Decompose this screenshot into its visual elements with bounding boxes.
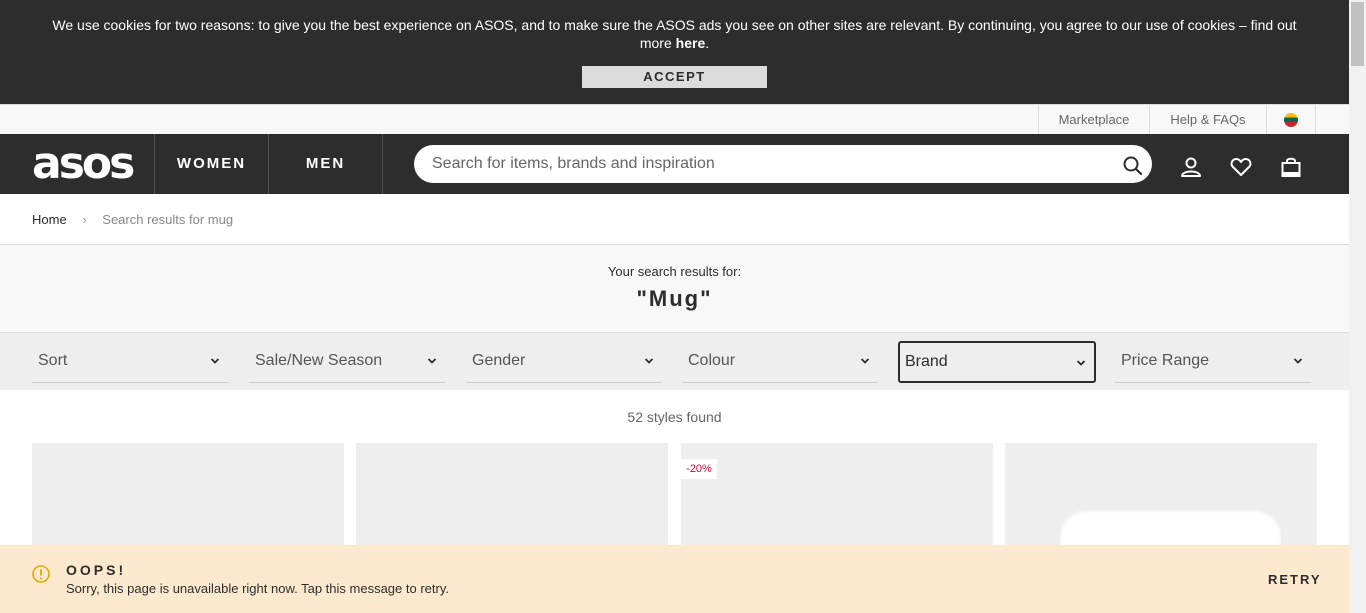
discount-badge: -20%	[681, 459, 717, 479]
asos-logo[interactable]: asos	[32, 142, 135, 186]
retry-button[interactable]: RETRY	[1268, 572, 1322, 587]
chevron-down-icon	[210, 358, 220, 364]
main-navigation: asos WOMEN MEN	[0, 134, 1349, 194]
cookie-period: .	[705, 35, 710, 51]
chevron-down-icon	[644, 358, 654, 364]
page-scrollbar[interactable]	[1349, 0, 1366, 613]
utility-bar: Marketplace Help & FAQs	[0, 104, 1349, 135]
heart-icon[interactable]	[1229, 155, 1253, 179]
filter-label: Sale/New Season	[255, 352, 383, 369]
accept-cookies-button[interactable]: ACCEPT	[582, 66, 767, 88]
filter-label: Colour	[688, 352, 736, 369]
filter-colour[interactable]: Colour	[682, 341, 878, 383]
filter-label: Sort	[38, 352, 68, 369]
cookie-here-link[interactable]: here	[676, 35, 706, 51]
bag-icon[interactable]	[1279, 155, 1303, 179]
filter-price-range[interactable]: Price Range	[1115, 341, 1311, 383]
marketplace-link[interactable]: Marketplace	[1038, 105, 1149, 135]
error-message: Sorry, this page is unavailable right no…	[66, 581, 449, 596]
filter-label: Gender	[472, 352, 526, 369]
search-bar	[414, 145, 1152, 183]
scrollbar-thumb[interactable]	[1351, 2, 1364, 66]
filter-label: Brand	[905, 353, 948, 370]
warning-icon	[32, 565, 50, 583]
chevron-down-icon	[860, 358, 870, 364]
tab-men[interactable]: MEN	[268, 134, 383, 194]
filter-brand[interactable]: Brand	[898, 341, 1096, 383]
lithuania-flag-icon	[1284, 113, 1298, 127]
breadcrumb-separator: ›	[82, 212, 87, 227]
cookie-banner: We use cookies for two reasons: to give …	[0, 0, 1349, 104]
filter-gender[interactable]: Gender	[466, 341, 662, 383]
breadcrumb: Home › Search results for mug	[32, 212, 233, 228]
error-title: OOPS!	[66, 562, 127, 578]
search-results-header: Your search results for: "Mug"	[0, 245, 1349, 333]
country-selector[interactable]	[1266, 105, 1316, 135]
cookie-message: We use cookies for two reasons: to give …	[40, 16, 1309, 52]
error-banner[interactable]: OOPS! Sorry, this page is unavailable ri…	[0, 545, 1349, 613]
search-input[interactable]	[430, 145, 1110, 183]
filter-sale-new-season[interactable]: Sale/New Season	[249, 341, 445, 383]
search-results-label: Your search results for:	[607, 264, 742, 279]
chevron-down-icon	[1076, 360, 1086, 366]
help-faqs-link[interactable]: Help & FAQs	[1149, 105, 1266, 135]
cookie-text: We use cookies for two reasons: to give …	[52, 17, 1297, 51]
chevron-down-icon	[427, 358, 437, 364]
tab-women[interactable]: WOMEN	[154, 134, 268, 194]
search-icon[interactable]	[1122, 155, 1144, 177]
search-query-title: "Mug"	[636, 286, 713, 311]
breadcrumb-home[interactable]: Home	[32, 212, 67, 227]
filter-sort[interactable]: Sort	[32, 341, 228, 383]
filter-label: Price Range	[1121, 352, 1210, 369]
filter-bar: Sort Sale/New Season Gender Colour Brand…	[0, 332, 1349, 390]
results-count: 52 styles found	[627, 409, 722, 425]
breadcrumb-current: Search results for mug	[102, 212, 234, 227]
chevron-down-icon	[1293, 358, 1303, 364]
account-icon[interactable]	[1179, 155, 1203, 179]
